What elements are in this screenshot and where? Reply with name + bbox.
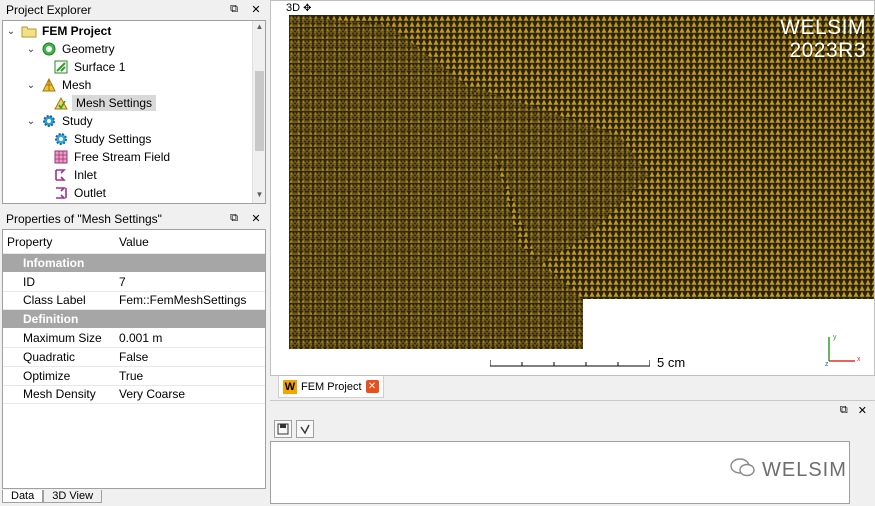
doc-tab-label: FEM Project [301,380,362,393]
svg-text:y: y [833,334,837,341]
svg-text:x: x [857,356,861,363]
field-icon [53,149,69,165]
expand-arrow-icon[interactable]: ⌄ [25,44,37,55]
document-tab-bar: W FEM Project ✕ [270,376,875,398]
tree-item-inlet[interactable]: Inlet [49,166,99,184]
clear-icon[interactable] [296,420,314,438]
left-bottom-tabs: Data 3D View [2,490,103,504]
folder-icon [21,23,37,39]
3d-viewport[interactable]: WELSIM 2023R3 y x z [270,0,875,376]
table-row[interactable]: Quadratic False [3,348,265,367]
table-row[interactable]: Maximum Size 0.001 m [3,329,265,348]
console-toolbar [270,418,875,440]
welsim-app-icon: W [283,379,297,394]
expand-arrow-icon[interactable]: ⌄ [25,116,37,127]
expand-arrow-icon[interactable]: ⌄ [25,80,37,91]
tree-item-study-settings[interactable]: Study Settings [49,130,153,148]
tab-fem-project[interactable]: W FEM Project ✕ [278,376,384,398]
project-explorer-title: Project Explorer [6,3,92,17]
close-icon[interactable]: ✕ [250,212,262,225]
inlet-icon [53,167,69,183]
study-gear-icon [41,113,57,129]
viewport-label: 3D ✥ [286,2,312,14]
watermark: WELSIM [730,457,847,483]
svg-text:z: z [825,361,829,367]
geometry-icon [41,41,57,57]
tab-3d-view[interactable]: 3D View [43,490,103,503]
scale-label: 5 cm [657,355,686,370]
mesh-settings-icon [53,95,69,111]
surface-icon [53,59,69,75]
axis-triad-icon: y x z [825,334,861,367]
float-icon[interactable]: ⧉ [840,404,848,417]
table-row[interactable]: Optimize True [3,367,265,386]
welsim-app: Project Explorer ⧉ ✕ ⌄ FEM Project ⌄ Geo… [0,0,875,506]
section-definition[interactable]: Definition [3,310,265,330]
outlet-icon [53,185,69,201]
tree-item-outlet[interactable]: Outlet [49,184,108,202]
mesh-icon [41,77,57,93]
tree-item-free-stream-field[interactable]: Free Stream Field [49,148,172,166]
tree-item-geometry[interactable]: ⌄ Geometry [25,40,117,58]
scroll-up-icon[interactable]: ▲ [253,22,265,34]
study-settings-icon [53,131,69,147]
scrollbar-thumb[interactable] [255,71,264,151]
float-icon[interactable]: ⧉ [228,3,240,16]
welsim-logo: WELSIM 2023R3 [780,16,866,62]
tab-data[interactable]: Data [2,490,44,503]
table-row[interactable]: Mesh Density Very Coarse [3,386,265,405]
tree-scrollbar[interactable]: ▲ ▼ [252,21,265,203]
column-header-value: Value [119,234,149,249]
properties-header: Properties of "Mesh Settings" ⧉ ✕ [0,209,268,229]
tree-item-mesh-settings[interactable]: Mesh Settings [49,94,157,112]
close-tab-icon[interactable]: ✕ [365,380,379,393]
project-explorer-header: Project Explorer ⧉ ✕ [0,0,268,20]
properties-header-row: Property Value [3,230,265,254]
tree-item-mesh[interactable]: ⌄ Mesh [25,76,93,94]
close-icon[interactable]: ✕ [858,404,867,417]
tree-item-study[interactable]: ⌄ Study [25,112,95,130]
wechat-icon [730,457,756,483]
float-icon[interactable]: ⧉ [228,212,240,225]
save-icon[interactable] [274,420,292,438]
tree-item-fem-project[interactable]: ⌄ FEM Project [5,22,113,40]
column-header-property: Property [7,234,53,249]
table-row[interactable]: ID 7 [3,273,265,292]
tree-item-surface-1[interactable]: Surface 1 [49,58,127,76]
project-tree: ⌄ FEM Project ⌄ Geometry Surface 1 ⌄ Mes… [2,20,266,204]
table-row[interactable]: Class Label Fem::FemMeshSettings [3,292,265,311]
section-information[interactable]: Infomation [3,254,265,273]
close-icon[interactable]: ✕ [250,3,262,16]
expand-arrow-icon[interactable]: ⌄ [5,26,17,37]
scroll-down-icon[interactable]: ▼ [253,190,265,202]
scale-bar [490,360,650,367]
view-cube-icon[interactable]: ✥ [303,3,311,14]
properties-table: Property Value Infomation ID 7 Class Lab… [2,229,266,489]
properties-title: Properties of "Mesh Settings" [6,212,162,226]
mesh-plot [289,15,874,349]
console-header: ⧉ ✕ [270,400,875,418]
